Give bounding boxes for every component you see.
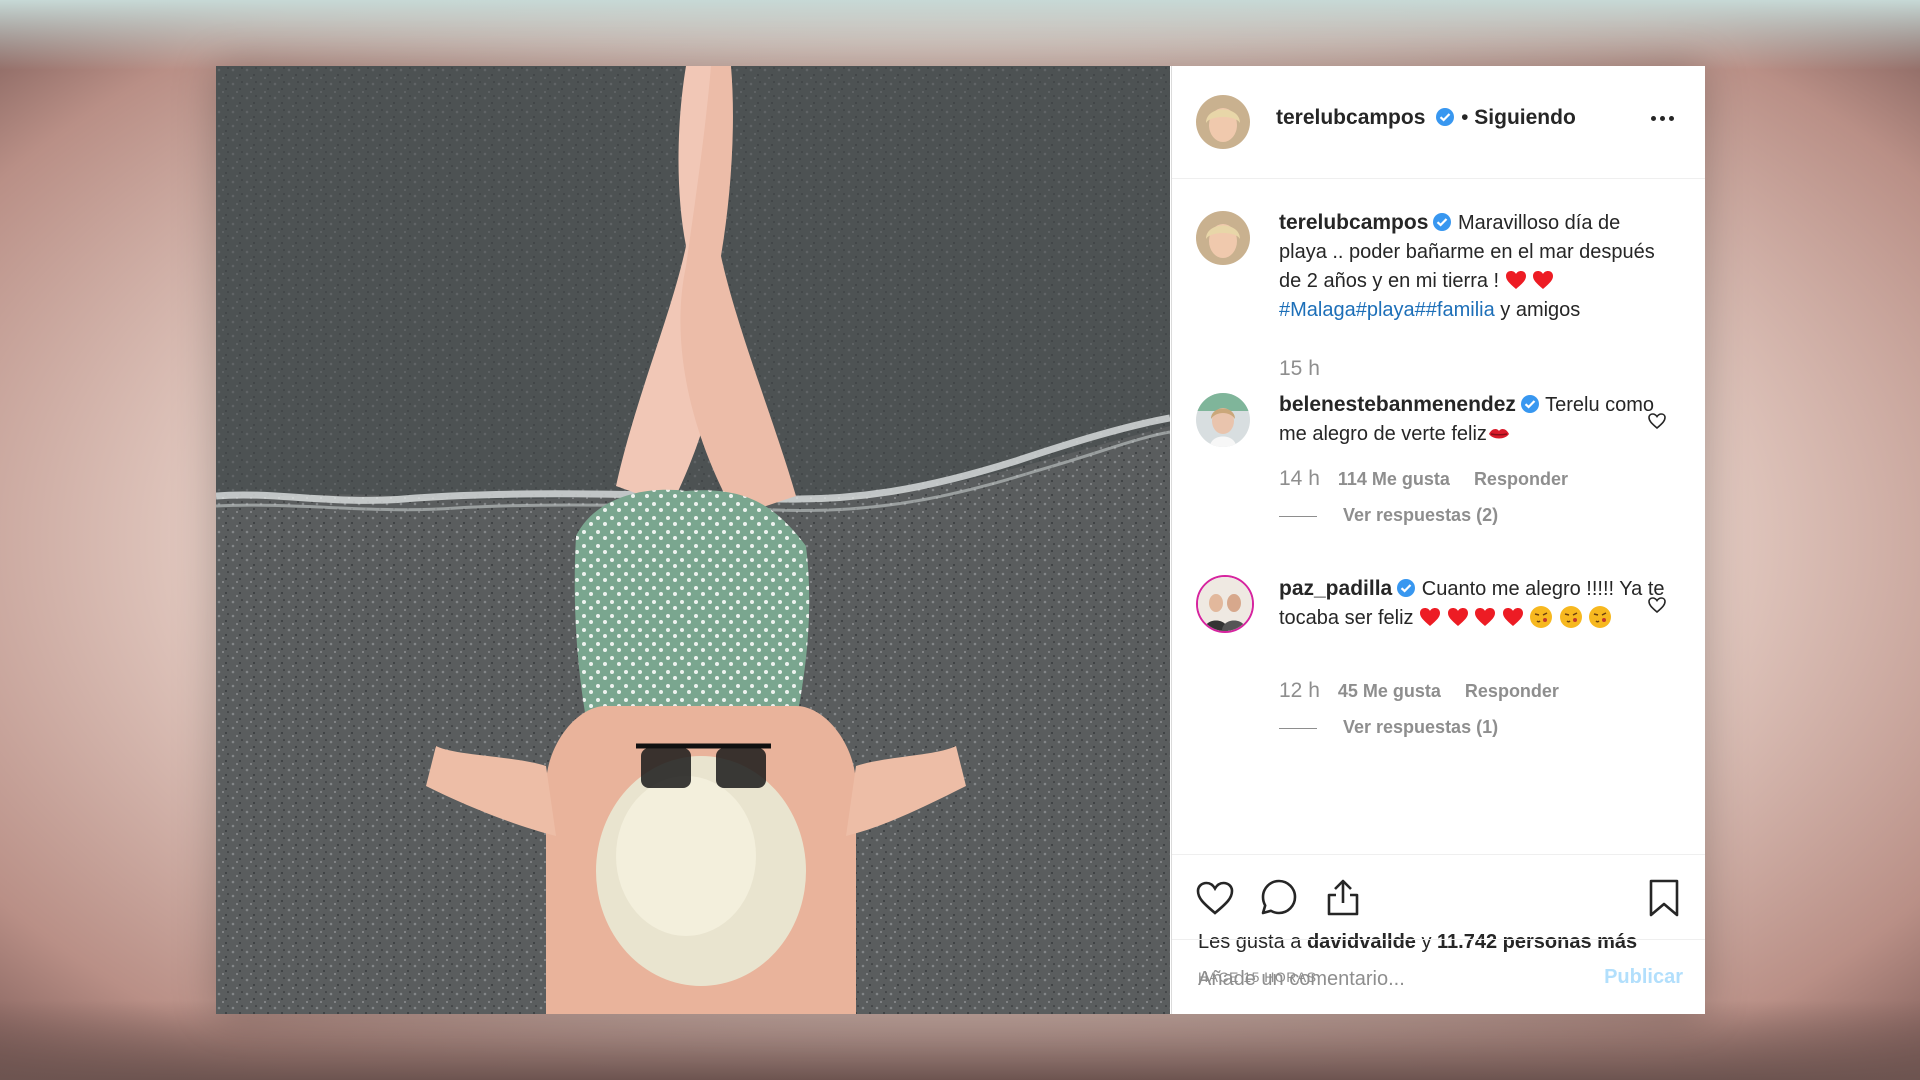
- reply-button-paz[interactable]: Responder: [1465, 681, 1559, 701]
- caption-avatar[interactable]: [1196, 211, 1250, 265]
- red-heart-emoji-icon: [1420, 608, 1441, 626]
- comment-time-belen: 14 h: [1279, 467, 1320, 490]
- comment-username-belen[interactable]: belenestebanmenendez: [1279, 393, 1516, 416]
- author-avatar[interactable]: [1196, 95, 1250, 149]
- comment-avatar-paz[interactable]: [1196, 575, 1254, 633]
- comment-likes-paz[interactable]: 45 Me gusta: [1338, 681, 1441, 701]
- comments-list: terelubcampos Maravilloso día de playa .…: [1172, 179, 1705, 854]
- comment-meta-paz: 12 h 45 Me gusta Responder: [1279, 679, 1559, 703]
- verified-icon: [1520, 395, 1539, 413]
- kissing-face-icon: [1589, 606, 1612, 628]
- view-replies-paz[interactable]: Ver respuestas (1): [1279, 717, 1498, 738]
- publish-button[interactable]: Publicar: [1604, 966, 1683, 989]
- caption-time: 15 h: [1279, 357, 1320, 380]
- comment-time-paz: 12 h: [1279, 679, 1320, 702]
- save-icon[interactable]: [1643, 877, 1685, 919]
- comment-icon[interactable]: [1258, 877, 1300, 919]
- more-options-icon[interactable]: [1649, 108, 1683, 128]
- view-replies-label[interactable]: Ver respuestas (2): [1343, 505, 1498, 525]
- header-user: terelubcampos • Siguiendo: [1276, 106, 1576, 130]
- view-replies-label[interactable]: Ver respuestas (1): [1343, 717, 1498, 737]
- comment-likes-belen[interactable]: 114 Me gusta: [1338, 469, 1450, 489]
- comment-avatar-belen[interactable]: [1196, 393, 1250, 447]
- caption-username[interactable]: terelubcampos: [1279, 211, 1428, 234]
- kiss-mark-icon: [1488, 429, 1509, 439]
- following-button[interactable]: Siguiendo: [1474, 106, 1576, 129]
- post-header: terelubcampos • Siguiendo: [1172, 66, 1705, 179]
- caption-tail: y amigos: [1494, 299, 1581, 321]
- comment-text-belen: belenestebanmenendez Terelu como me aleg…: [1279, 390, 1669, 449]
- red-heart-emoji-icon: [1447, 608, 1468, 626]
- hashtag-playa[interactable]: #playa: [1356, 299, 1415, 321]
- reply-button-belen[interactable]: Responder: [1474, 469, 1568, 489]
- background-top: [0, 0, 1920, 70]
- red-heart-emoji-icon: [1502, 608, 1523, 626]
- hashtag-empty[interactable]: #: [1415, 299, 1426, 321]
- author-avatar-image: [1196, 95, 1250, 149]
- red-heart-emoji-icon: [1505, 271, 1526, 289]
- post-sidebar: terelubcampos • Siguiendo terelubcampos …: [1171, 66, 1705, 1014]
- add-comment-bar: Publicar: [1172, 939, 1705, 1015]
- post-photo[interactable]: [216, 66, 1170, 1014]
- comment-avatar-belen-image: [1196, 393, 1250, 447]
- kissing-face-icon: [1559, 606, 1582, 628]
- red-heart-emoji-icon: [1475, 608, 1496, 626]
- hashtag-malaga[interactable]: #Malaga: [1279, 299, 1356, 321]
- comment-meta-belen: 14 h 114 Me gusta Responder: [1279, 467, 1568, 491]
- comment-username-paz[interactable]: paz_padilla: [1279, 577, 1392, 600]
- header-username[interactable]: terelubcampos: [1276, 106, 1425, 129]
- kissing-face-icon: [1530, 606, 1553, 628]
- comment-text-paz: paz_padilla Cuanto me alegro !!!!! Ya te…: [1279, 574, 1669, 633]
- comment-avatar-paz-image: [1198, 577, 1252, 631]
- comment-input[interactable]: [1196, 962, 1580, 996]
- caption-avatar-image: [1196, 211, 1250, 265]
- instagram-post: terelubcampos • Siguiendo terelubcampos …: [216, 66, 1705, 1014]
- caption-text: terelubcampos Maravilloso día de playa .…: [1279, 208, 1669, 325]
- verified-icon: [1433, 213, 1452, 231]
- share-icon[interactable]: [1322, 877, 1364, 919]
- hashtag-familia[interactable]: #familia: [1426, 299, 1495, 321]
- verified-icon: [1436, 108, 1455, 126]
- comment-like-icon[interactable]: [1647, 595, 1667, 615]
- replies-divider: [1279, 727, 1317, 729]
- beach-photo-illustration: [216, 66, 1170, 1014]
- verified-icon: [1397, 579, 1416, 597]
- like-icon[interactable]: [1194, 877, 1236, 919]
- replies-divider: [1279, 515, 1317, 517]
- red-heart-emoji-icon: [1533, 271, 1554, 289]
- view-replies-belen[interactable]: Ver respuestas (2): [1279, 505, 1498, 526]
- header-separator: •: [1461, 106, 1469, 129]
- comment-like-icon[interactable]: [1647, 411, 1667, 431]
